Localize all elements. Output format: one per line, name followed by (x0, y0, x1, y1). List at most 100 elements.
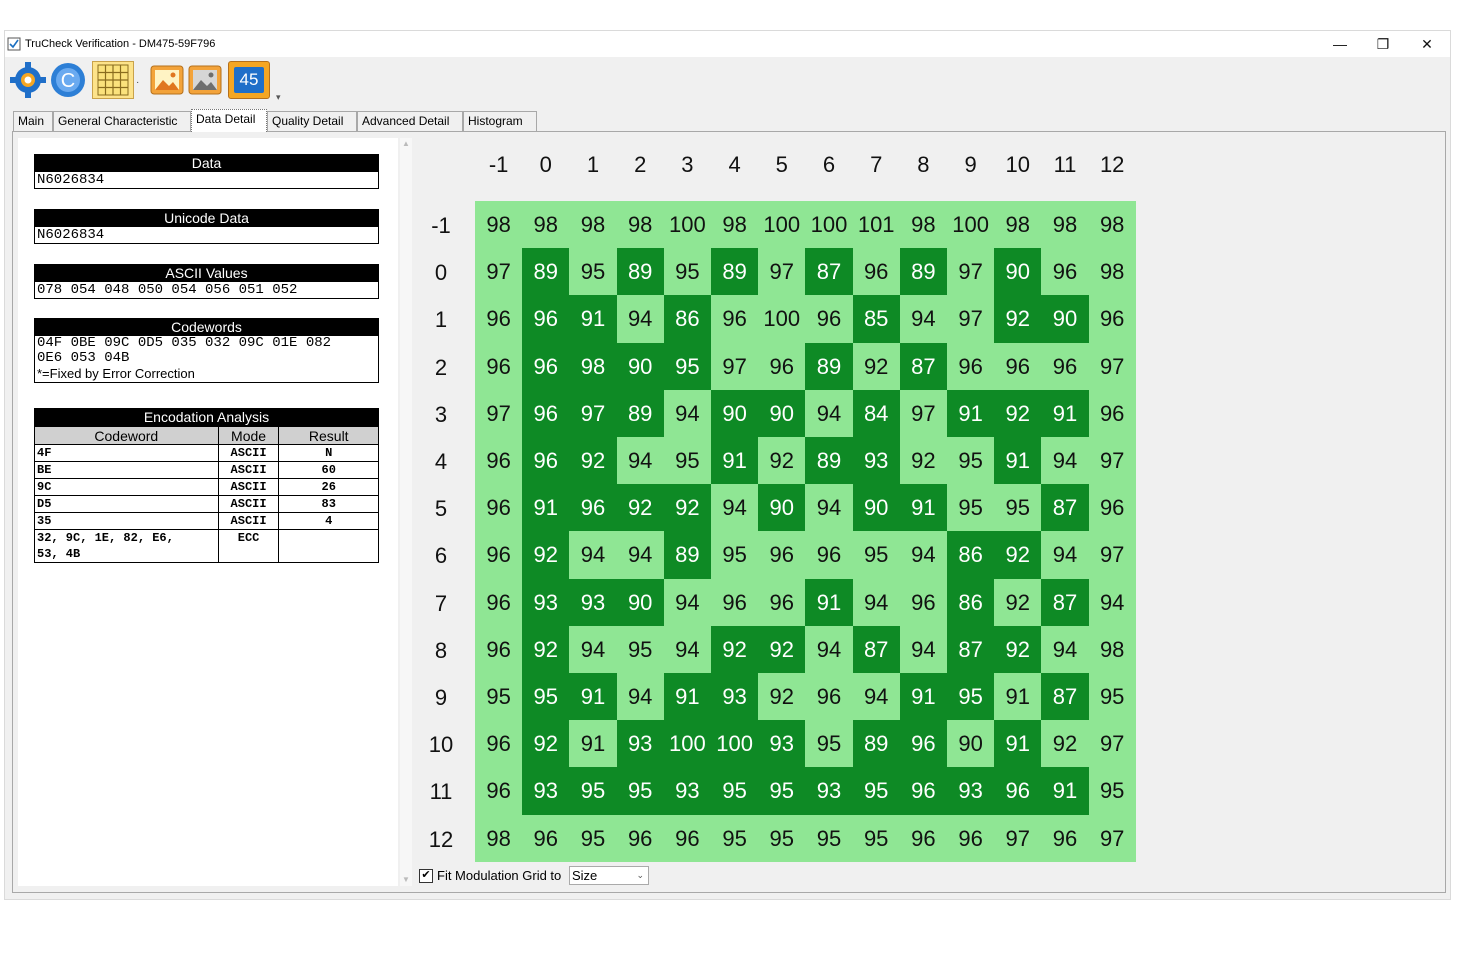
modulation-grid-pane: -1 0 1 2 3 4 5 6 7 8 9 10 11 12 -1 0 1 2 3 4 5 6 7 8 9 10 11 12 98 98… (415, 138, 1441, 886)
grid-cell: 91 (994, 720, 1042, 768)
grid-cell: 90 (758, 389, 806, 437)
grid-cell: 96 (475, 625, 523, 673)
grid-cell: 93 (616, 720, 664, 768)
grid-cell: 95 (852, 814, 900, 862)
grid-cell: 89 (805, 342, 853, 390)
grid-cell: 86 (947, 531, 995, 579)
table-row: 9C ASCII 26 (34, 478, 379, 496)
grid-cell: 92 (522, 720, 570, 768)
grid-cell: 92 (994, 295, 1042, 343)
grid-cell: 96 (475, 484, 523, 532)
fit-grid-checkbox[interactable]: ✔ (419, 869, 433, 883)
grid-cell: 97 (947, 248, 995, 296)
grid-cell: 90 (758, 484, 806, 532)
grid-column-label: 9 (964, 152, 977, 177)
grid-cell: 93 (711, 673, 759, 721)
fit-grid-select[interactable]: Size ⌄ (569, 866, 649, 885)
grid-cell: 100 (711, 720, 759, 768)
grid-cell: 91 (569, 295, 617, 343)
grid-cell: 98 (994, 201, 1042, 249)
toolbar-overflow-icon[interactable]: ▾ (276, 92, 281, 103)
grid-cell: 96 (663, 814, 711, 862)
grid-cell: 96 (758, 578, 806, 626)
grid-cell: 95 (616, 625, 664, 673)
fit-grid-selected: Size (572, 868, 598, 883)
grid-cell: 94 (663, 625, 711, 673)
grid-cell: 96 (899, 578, 947, 626)
grid-cell: 90 (1041, 295, 1089, 343)
grid-view-icon[interactable] (92, 61, 134, 99)
app-window: TruCheck Verification - DM475-59F796 — ❐… (4, 30, 1451, 900)
grid-cell: 94 (805, 389, 853, 437)
image-gray-icon[interactable] (187, 61, 223, 99)
grid-cell: 96 (1088, 389, 1136, 437)
grid-cell: 87 (852, 625, 900, 673)
grid-cell: 91 (899, 484, 947, 532)
encodation-table: Codeword Mode Result 4F ASCII N BE ASCII 60 9C… (34, 426, 379, 563)
grid-cell: 95 (852, 531, 900, 579)
codeword-cell: 4F (34, 444, 219, 462)
grid-cell: 95 (994, 484, 1042, 532)
grid-cell: 95 (711, 767, 759, 815)
grid-row-label: 9 (434, 685, 448, 710)
grid-column-label: 1 (586, 152, 600, 177)
grid-cell: 92 (758, 625, 806, 673)
grid-cell: 95 (569, 814, 617, 862)
dropdown-arrow-icon[interactable]: · (136, 77, 139, 88)
grid-cell: 92 (569, 437, 617, 485)
tab-quality-detail[interactable]: Quality Detail (267, 111, 357, 131)
grid-cell: 96 (711, 578, 759, 626)
grid-cell: 95 (947, 484, 995, 532)
grid-cell: 89 (805, 437, 853, 485)
grid-cell: 87 (947, 625, 995, 673)
grid-cell: 95 (1088, 673, 1136, 721)
grid-cell: 100 (805, 201, 853, 249)
grid-cell: 96 (522, 389, 570, 437)
grid-cell: 96 (475, 767, 523, 815)
grid-row-label: 1 (434, 307, 448, 333)
image-color-icon[interactable] (149, 61, 185, 99)
minimize-button[interactable]: — (1320, 33, 1360, 55)
toolbar: C · 45 ▾ (5, 57, 1450, 107)
grid-cell: 91 (899, 673, 947, 721)
settings-gear-icon[interactable] (9, 61, 47, 99)
grid-cell: 92 (616, 484, 664, 532)
grid-cell: 97 (475, 248, 523, 296)
tab-advanced-detail[interactable]: Advanced Detail (357, 111, 463, 131)
close-button[interactable]: ✕ (1407, 33, 1447, 55)
grid-cell: 92 (758, 437, 806, 485)
grid-row-label: 12 (428, 826, 454, 852)
tab-histogram[interactable]: Histogram (463, 111, 537, 131)
restore-button[interactable]: ❐ (1363, 33, 1403, 55)
data-detail-pane[interactable]: Data N6026834 Unicode Data N6026834 ASCI… (18, 138, 398, 886)
grid-cell: 92 (1041, 720, 1089, 768)
left-pane-scrollbar[interactable]: ▲ ▼ (400, 138, 412, 886)
grid-cell: 92 (994, 578, 1042, 626)
grid-cell: 94 (852, 673, 900, 721)
grid-cell: 94 (711, 484, 759, 532)
codeword-cell: BE (34, 461, 219, 479)
calibrate-c-icon[interactable]: C (49, 61, 87, 99)
mode-cell: ASCII (217, 512, 280, 530)
grid-row-label: 10 (428, 732, 454, 758)
table-row: 32, 9C, 1E, 82, E6, 53, 4B ECC (34, 529, 379, 563)
scroll-down-icon[interactable]: ▼ (400, 874, 412, 886)
grid-cell: 90 (711, 389, 759, 437)
grid-row-label: 6 (434, 543, 448, 569)
grid-cell: 91 (1041, 389, 1089, 437)
codewords-note: *=Fixed by Error Correction (37, 366, 195, 381)
rotate-45-button[interactable]: 45 (228, 61, 270, 99)
grid-cell: 89 (522, 248, 570, 296)
grid-row-label: 5 (434, 496, 448, 522)
result-cell: 60 (278, 461, 379, 479)
tab-main[interactable]: Main (13, 111, 53, 131)
grid-cell: 93 (758, 720, 806, 768)
ascii-value: 078 054 048 050 054 056 051 052 (37, 282, 298, 298)
grid-cell: 98 (569, 201, 617, 249)
grid-cell: 100 (947, 201, 995, 249)
tab-data-detail[interactable]: Data Detail (191, 109, 267, 132)
grid-cell: 96 (522, 342, 570, 390)
scroll-up-icon[interactable]: ▲ (400, 138, 412, 150)
tab-general-characteristic[interactable]: General Characteristic (53, 111, 191, 131)
codewords-panel: Codewords 04F 0BE 09C 0D5 035 032 09C 01… (34, 318, 379, 383)
